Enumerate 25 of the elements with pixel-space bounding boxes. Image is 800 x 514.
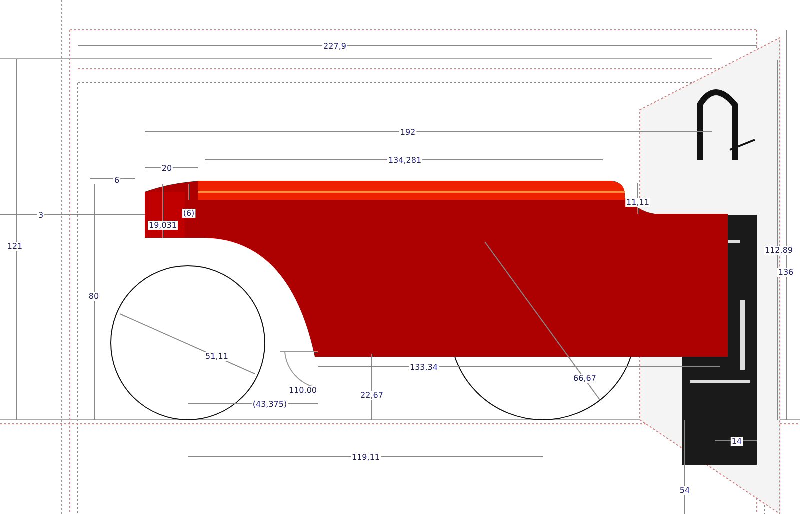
dimension-label: 6 bbox=[113, 176, 121, 185]
dimension-label: 66,67 bbox=[572, 374, 598, 383]
dimension-label: 110,00 bbox=[288, 386, 318, 395]
dimension-line bbox=[714, 440, 758, 442]
dimension-label: 112,89 bbox=[764, 246, 794, 255]
dimension-label: 3 bbox=[37, 211, 45, 220]
dimension-label: 80 bbox=[88, 292, 100, 301]
dimension-label: (6) bbox=[182, 209, 196, 218]
dimension-label: 136 bbox=[777, 268, 795, 277]
dimension-label: 121 bbox=[6, 242, 24, 251]
dimension-label: 51,11 bbox=[204, 352, 230, 361]
dimension-label: 14 bbox=[730, 437, 744, 446]
dimension-label: 192 bbox=[399, 128, 417, 137]
dimension-label: 54 bbox=[678, 486, 692, 495]
dimension-label: 134,281 bbox=[387, 156, 423, 165]
dimension-label: 19,031 bbox=[148, 221, 178, 230]
dimension-label: (43,375) bbox=[252, 400, 288, 409]
dimension-label: 20 bbox=[160, 164, 174, 173]
dimension-label: 133,34 bbox=[409, 363, 439, 372]
dimension-line bbox=[90, 178, 136, 180]
dimension-label: 227,9 bbox=[322, 42, 348, 51]
dimension-label: 11,11 bbox=[626, 198, 650, 207]
dimension-label: 22,67 bbox=[360, 391, 384, 400]
dimension-label: 119,11 bbox=[351, 453, 381, 462]
dimension-line bbox=[188, 184, 190, 200]
